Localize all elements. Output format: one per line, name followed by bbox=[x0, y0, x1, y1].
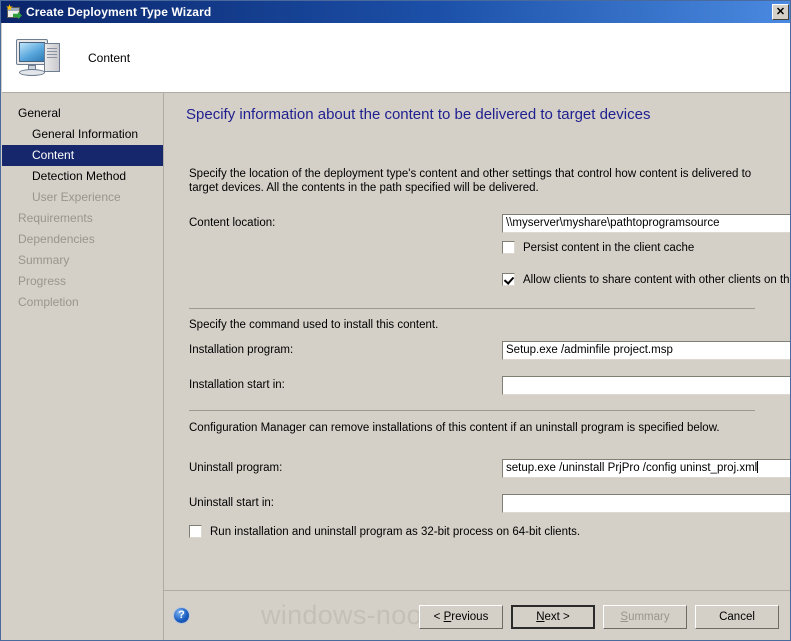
wizard-step-sidebar: General General Information Content Dete… bbox=[2, 93, 164, 640]
help-icon[interactable]: ? bbox=[173, 607, 190, 624]
previous-button[interactable]: < Previous bbox=[419, 605, 503, 629]
title-bar: Create Deployment Type Wizard ✕ bbox=[1, 1, 790, 23]
share-content-label: Allow clients to share content with othe… bbox=[523, 273, 790, 286]
persist-content-label: Persist content in the client cache bbox=[523, 241, 695, 254]
persist-content-checkbox-row[interactable]: Persist content in the client cache bbox=[502, 241, 694, 254]
uninstall-section-divider bbox=[189, 410, 755, 411]
sidebar-item-general-information[interactable]: General Information bbox=[2, 124, 163, 145]
uninstall-program-label: Uninstall program: bbox=[189, 462, 283, 474]
sidebar-item-user-experience[interactable]: User Experience bbox=[2, 187, 163, 208]
window-title: Create Deployment Type Wizard bbox=[26, 5, 212, 19]
computer-icon bbox=[14, 35, 66, 81]
summary-button: Summary bbox=[603, 605, 687, 629]
cancel-button[interactable]: Cancel bbox=[695, 605, 779, 629]
sidebar-item-summary[interactable]: Summary bbox=[2, 250, 163, 271]
run-as-32bit-checkbox-row[interactable]: Run installation and uninstall program a… bbox=[189, 525, 580, 538]
run-as-32bit-label: Run installation and uninstall program a… bbox=[210, 525, 581, 538]
run-as-32bit-checkbox[interactable] bbox=[189, 525, 202, 538]
summary-label: Summary bbox=[620, 611, 670, 623]
next-label: Next > bbox=[536, 611, 570, 623]
sidebar-item-detection-method[interactable]: Detection Method bbox=[2, 166, 163, 187]
share-content-checkbox-row[interactable]: Allow clients to share content with othe… bbox=[502, 273, 790, 286]
installation-start-in-label: Installation start in: bbox=[189, 379, 285, 391]
installation-start-in-input[interactable] bbox=[502, 376, 790, 395]
uninstall-start-in-label: Uninstall start in: bbox=[189, 497, 275, 509]
next-button[interactable]: Next > bbox=[511, 605, 595, 629]
sidebar-item-requirements[interactable]: Requirements bbox=[2, 208, 163, 229]
wizard-header: Content bbox=[2, 23, 790, 93]
sidebar-item-completion[interactable]: Completion bbox=[2, 292, 163, 313]
wizard-window-icon bbox=[6, 4, 22, 20]
header-page-name: Content bbox=[88, 50, 131, 65]
content-location-input[interactable]: \\myserver\myshare\pathtoprogramsource bbox=[502, 214, 790, 233]
close-icon[interactable]: ✕ bbox=[772, 4, 789, 20]
uninstall-section-description: Configuration Manager can remove install… bbox=[189, 422, 720, 434]
share-content-checkbox[interactable] bbox=[502, 273, 515, 286]
uninstall-start-in-input[interactable] bbox=[502, 494, 790, 513]
page-title: Specify information about the content to… bbox=[186, 106, 651, 123]
previous-label: < Previous bbox=[433, 611, 489, 623]
install-section-divider bbox=[189, 308, 755, 309]
cancel-label: Cancel bbox=[719, 611, 755, 623]
create-deployment-type-wizard-window: Create Deployment Type Wizard ✕ Content … bbox=[0, 0, 791, 641]
installation-program-label: Installation program: bbox=[189, 344, 294, 356]
install-section-description: Specify the command used to install this… bbox=[189, 319, 439, 331]
persist-content-checkbox[interactable] bbox=[502, 241, 515, 254]
sidebar-item-dependencies[interactable]: Dependencies bbox=[2, 229, 163, 250]
content-location-label: Content location: bbox=[189, 217, 276, 229]
sidebar-item-progress[interactable]: Progress bbox=[2, 271, 163, 292]
installation-program-input[interactable]: Setup.exe /adminfile project.msp bbox=[502, 341, 790, 360]
sidebar-item-general[interactable]: General bbox=[2, 103, 163, 124]
uninstall-program-input[interactable]: setup.exe /uninstall PrjPro /config unin… bbox=[502, 459, 790, 478]
wizard-footer: windows-noob.com ? < Previous Next > Sum… bbox=[164, 590, 790, 640]
intro-description: Specify the location of the deployment t… bbox=[189, 168, 752, 194]
wizard-content-panel: Specify information about the content to… bbox=[164, 93, 790, 640]
sidebar-item-content[interactable]: Content bbox=[2, 145, 163, 166]
